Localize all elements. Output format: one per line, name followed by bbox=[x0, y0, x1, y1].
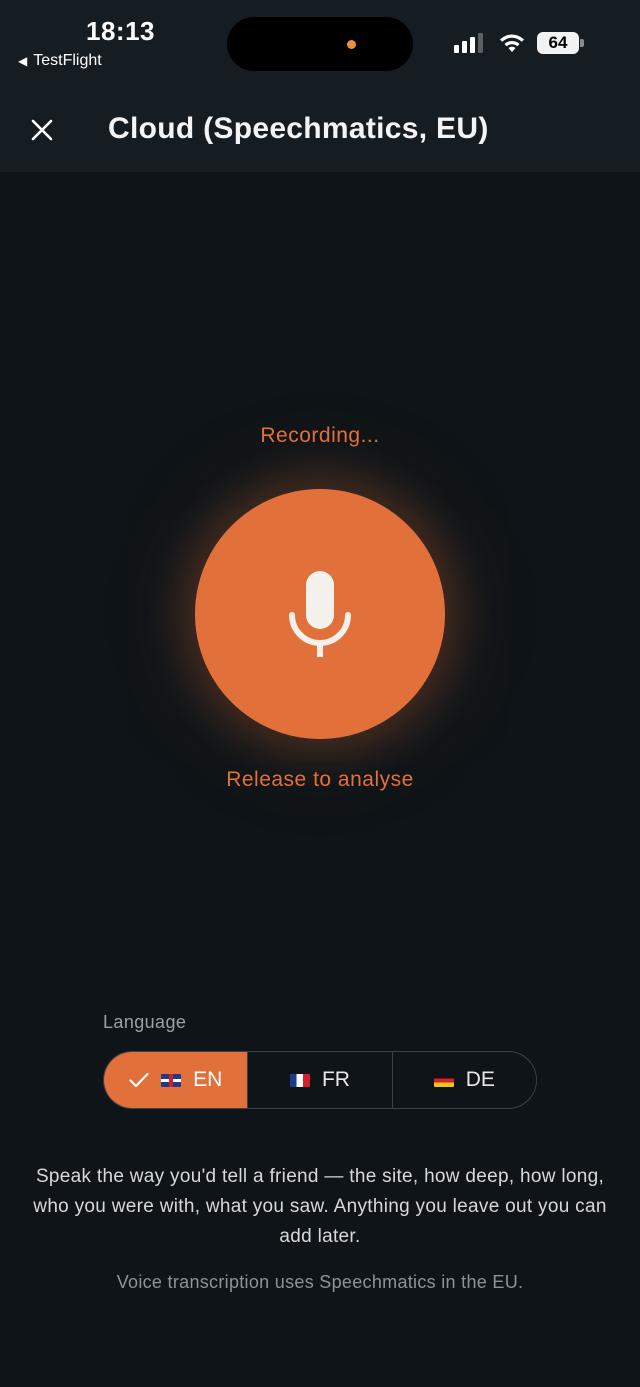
record-button[interactable] bbox=[195, 489, 445, 739]
language-label: Language bbox=[103, 1012, 187, 1032]
provider-footnote: Voice transcription uses Speechmatics in… bbox=[116, 1272, 524, 1292]
back-to-app-link[interactable]: ◀ TestFlight bbox=[18, 52, 102, 70]
recording-indicator-dot bbox=[347, 40, 356, 49]
germany-flag-icon bbox=[433, 1073, 454, 1087]
language-code-en: EN bbox=[193, 1068, 223, 1091]
france-flag-icon bbox=[289, 1073, 310, 1087]
close-button[interactable] bbox=[22, 110, 62, 150]
language-code-fr: FR bbox=[321, 1068, 350, 1091]
voice-recording-screen: 18:13 ◀ TestFlight 64 Cloud (Speechmatic… bbox=[0, 0, 640, 1387]
dynamic-island bbox=[227, 17, 413, 71]
page-title: Cloud (Speechmatics, EU) bbox=[108, 112, 489, 145]
language-option-fr[interactable]: FR bbox=[247, 1052, 391, 1108]
language-code-de: DE bbox=[465, 1068, 495, 1091]
language-selector: EN FR DE bbox=[103, 1051, 537, 1109]
wifi-icon bbox=[500, 34, 524, 52]
uk-flag-icon bbox=[161, 1073, 182, 1087]
helper-text: Speak the way you'd tell a friend — the … bbox=[33, 1166, 607, 1247]
language-option-en[interactable]: EN bbox=[104, 1052, 248, 1108]
language-option-de[interactable]: DE bbox=[391, 1052, 536, 1108]
back-app-label: TestFlight bbox=[33, 52, 102, 69]
battery-icon: 64 bbox=[537, 32, 579, 54]
status-time: 18:13 bbox=[86, 16, 155, 46]
close-icon bbox=[31, 119, 53, 141]
microphone-icon bbox=[289, 571, 351, 657]
recording-status: Recording... bbox=[260, 424, 380, 447]
battery-nub bbox=[580, 39, 584, 47]
cellular-signal-icon bbox=[454, 33, 483, 53]
release-hint: Release to analyse bbox=[226, 768, 414, 791]
back-triangle-icon: ◀ bbox=[18, 54, 28, 68]
checkmark-icon bbox=[129, 1072, 149, 1088]
